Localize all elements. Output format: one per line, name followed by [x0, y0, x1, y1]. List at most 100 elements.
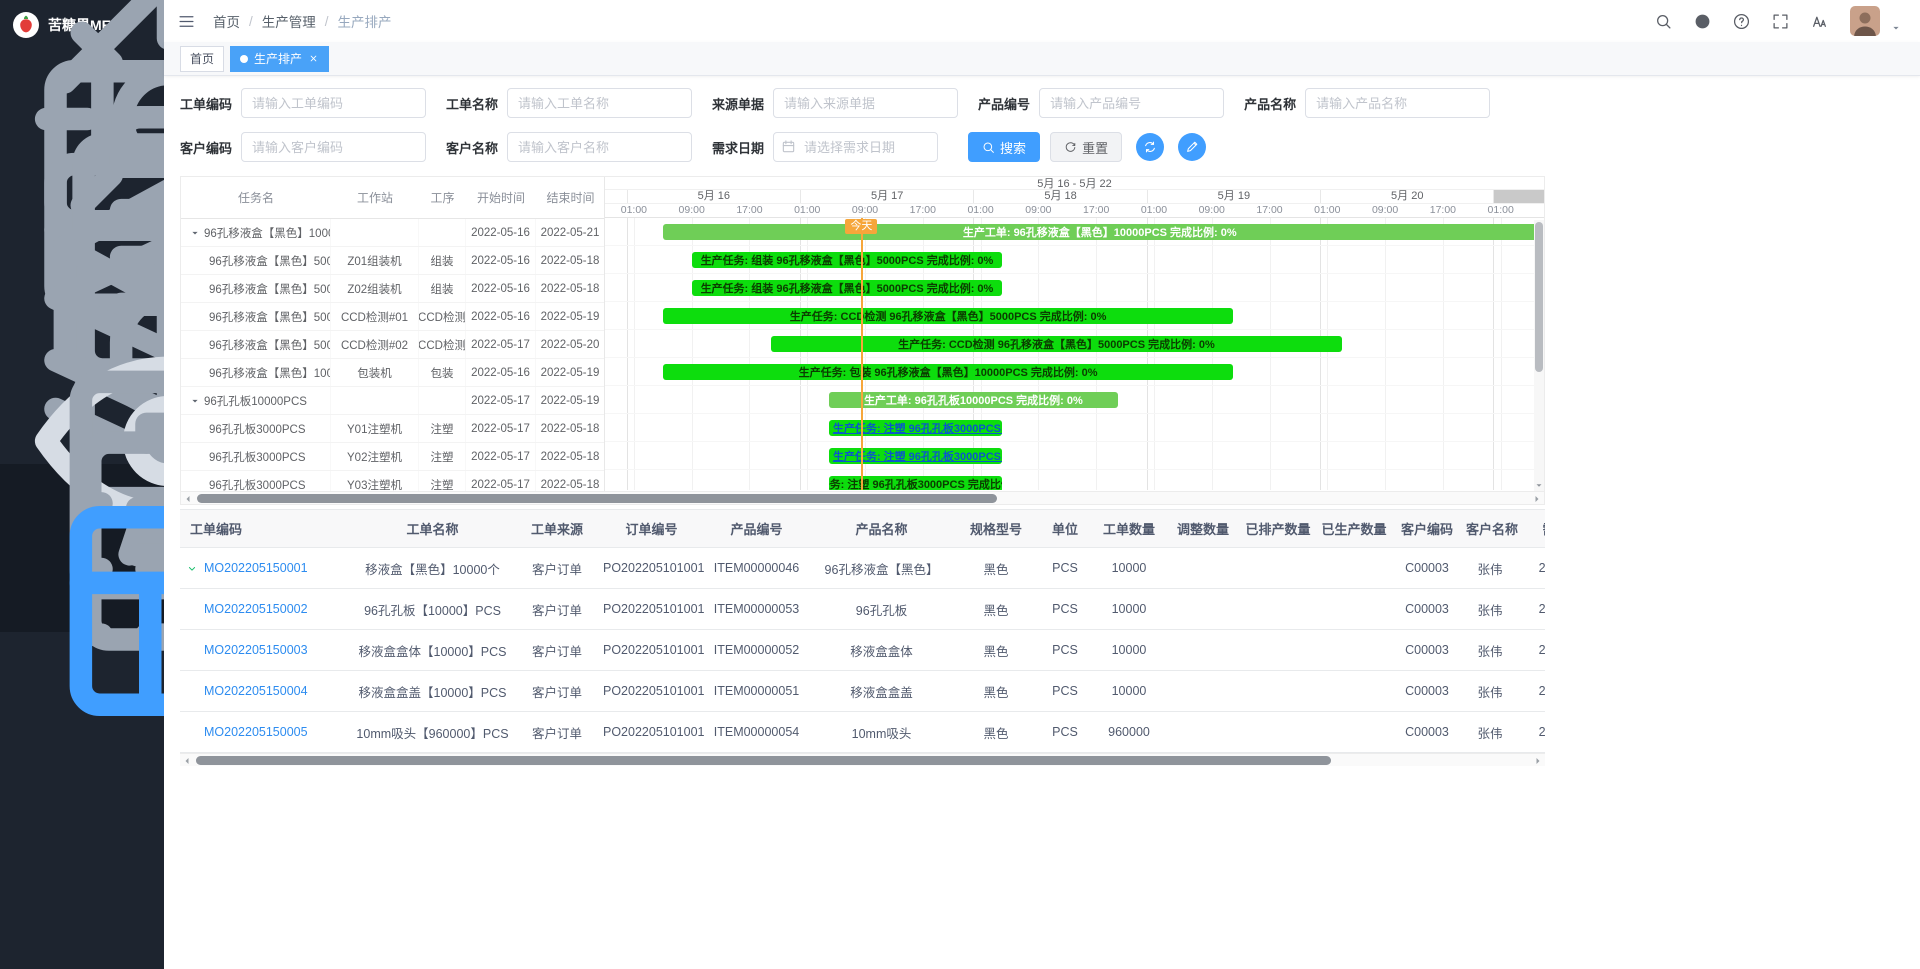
- question-icon[interactable]: [1733, 13, 1750, 30]
- gantt-horizontal-scrollbar[interactable]: [181, 491, 1544, 504]
- gantt-bar[interactable]: 生产任务: 注塑 96孔孔板3000PCS 完成比例: 0%: [829, 476, 1002, 490]
- timeline-hour-label: 17:00: [736, 204, 762, 217]
- order-code-link[interactable]: MO202205150005: [204, 725, 308, 739]
- workstation-cell: Z01组装机: [331, 247, 419, 274]
- filter-field: 来源单据: [712, 88, 958, 118]
- orders-column-header[interactable]: 工单名称: [350, 510, 515, 548]
- orders-horizontal-scrollbar[interactable]: [180, 753, 1545, 766]
- caret-down-icon[interactable]: [189, 227, 201, 239]
- orders-column-header[interactable]: 已排产数量: [1240, 510, 1316, 548]
- orders-column-header[interactable]: 已生产数量: [1316, 510, 1392, 548]
- demand-date-input[interactable]: [773, 132, 938, 162]
- gantt-task-row[interactable]: 96孔孔板3000PCSY02注塑机注塑2022-05-172022-05-18: [181, 443, 604, 471]
- menu-fold-icon[interactable]: [178, 13, 195, 30]
- order-code-link[interactable]: MO202205150002: [204, 602, 308, 616]
- filter-text-input[interactable]: [241, 88, 426, 118]
- orders-row[interactable]: MO202205150004移液盒盒盖【10000】PCS客户订单PO20220…: [180, 671, 1545, 712]
- gantt-bar[interactable]: 生产工单: 96孔移液盒【黑色】10000PCS 完成比例: 0%: [663, 224, 1537, 240]
- gantt-task-row[interactable]: 96孔孔板3000PCSY01注塑机注塑2022-05-172022-05-18: [181, 415, 604, 443]
- process-cell: 注塑: [419, 471, 466, 491]
- orders-cell: ITEM00000053: [704, 589, 809, 630]
- horizontal-scrollbar-thumb[interactable]: [196, 756, 1331, 765]
- scroll-right-icon[interactable]: [1531, 493, 1543, 505]
- tab-item[interactable]: 首页: [180, 46, 224, 72]
- fullscreen-icon[interactable]: [1772, 13, 1789, 30]
- filter-text-input[interactable]: [1039, 88, 1224, 118]
- scroll-right-icon[interactable]: [1532, 755, 1544, 767]
- gantt-bar[interactable]: 生产工单: 96孔孔板10000PCS 完成比例: 0%: [829, 392, 1118, 408]
- orders-column-header[interactable]: 单位: [1038, 510, 1092, 548]
- orders-cell: 移液盒盒盖【10000】PCS: [350, 671, 515, 712]
- gantt-bar[interactable]: 生产任务: CCD检测 96孔移液盒【黑色】5000PCS 完成比例: 0%: [663, 308, 1234, 324]
- scroll-left-icon[interactable]: [182, 493, 194, 505]
- breadcrumb-item[interactable]: 生产管理: [262, 11, 316, 31]
- gantt-bar[interactable]: 生产任务: 组装 96孔移液盒【黑色】5000PCS 完成比例: 0%: [692, 280, 1003, 296]
- orders-column-header[interactable]: 产品名称: [809, 510, 954, 548]
- github-icon[interactable]: [1694, 13, 1711, 30]
- chevron-down-icon[interactable]: [186, 563, 198, 575]
- breadcrumb-item[interactable]: 首页: [213, 11, 240, 31]
- caret-down-icon[interactable]: [189, 395, 201, 407]
- scroll-down-icon[interactable]: [1534, 480, 1544, 491]
- search-button[interactable]: 搜索: [968, 132, 1040, 162]
- orders-column-header[interactable]: 规格型号: [954, 510, 1038, 548]
- close-icon[interactable]: [308, 53, 319, 64]
- order-code-link[interactable]: MO202205150001: [204, 561, 308, 575]
- horizontal-scrollbar-thumb[interactable]: [197, 494, 997, 503]
- gantt-task-row[interactable]: 96孔移液盒【黑色】5000PCSCCD检测#02CCD检测2022-05-17…: [181, 331, 604, 359]
- gantt-bar[interactable]: 生产任务: 包装 96孔移液盒【黑色】10000PCS 完成比例: 0%: [663, 364, 1234, 380]
- vertical-scrollbar-thumb[interactable]: [1535, 222, 1543, 372]
- orders-column-header[interactable]: 需: [1518, 510, 1545, 548]
- orders-column-header[interactable]: 工单数量: [1092, 510, 1166, 548]
- orders-column-header[interactable]: 调整数量: [1166, 510, 1240, 548]
- orders-column-header[interactable]: 客户编码: [1392, 510, 1462, 548]
- user-avatar[interactable]: [1850, 6, 1880, 36]
- gantt-bar-label: 生产工单: 96孔孔板10000PCS 完成比例: 0%: [864, 392, 1083, 408]
- filter-text-input[interactable]: [507, 88, 692, 118]
- orders-column-header[interactable]: 工单编码: [180, 510, 350, 548]
- gantt-task-row[interactable]: 96孔孔板10000PCS2022-05-172022-05-19: [181, 387, 604, 415]
- filter-text-input[interactable]: [773, 88, 958, 118]
- end-time-cell: 2022-05-19: [536, 387, 604, 414]
- sidebar-subitem[interactable]: 生产排产: [0, 590, 164, 632]
- filter-text-input[interactable]: [241, 132, 426, 162]
- edit-schedule-button[interactable]: [1178, 133, 1206, 161]
- filter-text-input[interactable]: [1305, 88, 1490, 118]
- search-icon[interactable]: [1655, 13, 1672, 30]
- order-code-link[interactable]: MO202205150004: [204, 684, 308, 698]
- orders-cell: 张伟: [1462, 671, 1518, 712]
- filter-text-input[interactable]: [507, 132, 692, 162]
- topbar-tools: [1655, 6, 1902, 36]
- orders-cell: PCS: [1038, 548, 1092, 589]
- gantt-bar[interactable]: 生产任务: 注塑 96孔孔板3000PCS 完成比例: 0%: [829, 448, 1002, 464]
- refresh-button[interactable]: [1136, 133, 1164, 161]
- orders-column-header[interactable]: 产品编号: [704, 510, 809, 548]
- gantt-bar[interactable]: 生产任务: CCD检测 96孔移液盒【黑色】5000PCS 完成比例: 0%: [771, 336, 1342, 352]
- gantt-task-row[interactable]: 96孔移液盒【黑色】10000PCS2022-05-162022-05-21: [181, 219, 604, 247]
- gantt-task-row[interactable]: 96孔移液盒【黑色】5000PCSCCD检测#01CCD检测2022-05-16…: [181, 303, 604, 331]
- timeline-range-label: 5月 16 - 5月 22: [605, 177, 1544, 190]
- order-code-link[interactable]: MO202205150003: [204, 643, 308, 657]
- filter-field: 产品编号: [978, 88, 1224, 118]
- orders-row[interactable]: MO20220515000296孔孔板【10000】PCS客户订单PO20220…: [180, 589, 1545, 630]
- reset-button[interactable]: 重置: [1050, 132, 1122, 162]
- workstation-cell: [331, 387, 419, 414]
- orders-row[interactable]: MO202205150003移液盒盒体【10000】PCS客户订单PO20220…: [180, 630, 1545, 671]
- orders-row[interactable]: MO20220515000510mm吸头【960000】PCS客户订单PO202…: [180, 712, 1545, 753]
- gantt-task-row[interactable]: 96孔孔板3000PCSY03注塑机注塑2022-05-172022-05-18: [181, 471, 604, 491]
- font-size-icon[interactable]: [1811, 13, 1828, 30]
- tab-active[interactable]: 生产排产: [230, 46, 329, 72]
- orders-row[interactable]: MO202205150001移液盒【黑色】10000个客户订单PO2022051…: [180, 548, 1545, 589]
- gantt-bar[interactable]: 生产任务: 注塑 96孔孔板3000PCS 完成比例: 0%: [829, 420, 1002, 436]
- gantt-task-row[interactable]: 96孔移液盒【黑色】10000PCS包装机包装2022-05-162022-05…: [181, 359, 604, 387]
- gantt-task-row[interactable]: 96孔移液盒【黑色】5000PCSZ01组装机组装2022-05-162022-…: [181, 247, 604, 275]
- orders-column-header[interactable]: 工单来源: [515, 510, 599, 548]
- orders-column-header[interactable]: 客户名称: [1462, 510, 1518, 548]
- scroll-left-icon[interactable]: [181, 755, 193, 767]
- orders-column-header[interactable]: 订单编号: [599, 510, 704, 548]
- gantt-bar[interactable]: 生产任务: 组装 96孔移液盒【黑色】5000PCS 完成比例: 0%: [692, 252, 1003, 268]
- start-time-cell: 2022-05-16: [466, 219, 536, 246]
- user-caret-icon[interactable]: [1890, 22, 1902, 34]
- gantt-vertical-scrollbar[interactable]: [1534, 220, 1544, 491]
- gantt-task-row[interactable]: 96孔移液盒【黑色】5000PCSZ02组装机组装2022-05-162022-…: [181, 275, 604, 303]
